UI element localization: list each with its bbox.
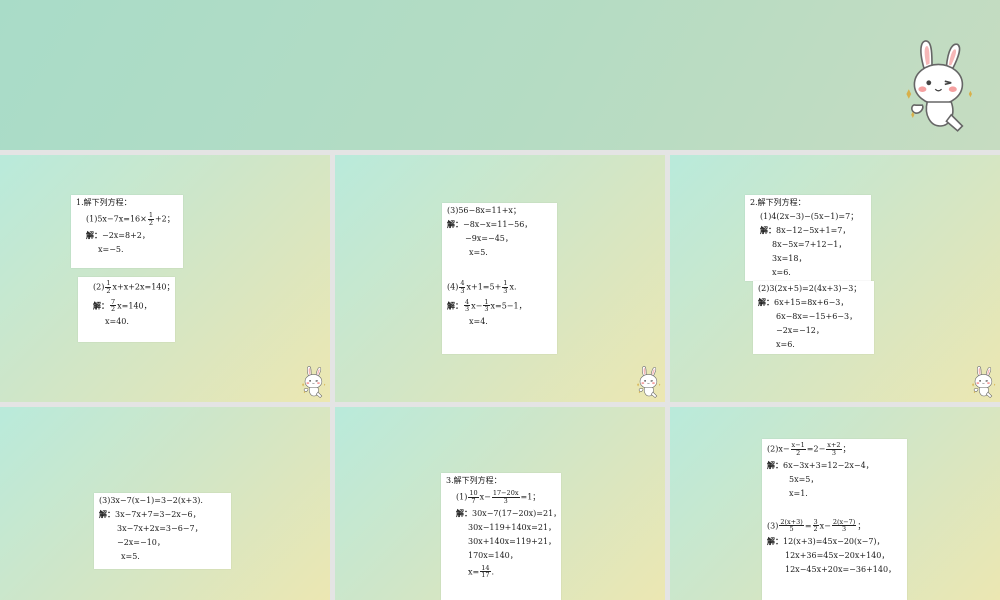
solution-step: 解： 7 2 x=140，	[93, 297, 152, 314]
solution-step: 解： 4 3 x− 1 3 x=5−1，	[447, 297, 527, 314]
solution-step: 解：−8x−x=11−56，	[447, 220, 533, 229]
bunny-thumbs-up-icon	[300, 363, 328, 401]
slide-7[interactable]: (2)x− x−1 2 =2− x+2 3； 解：6x−3x+3=12−2x−4， 5x=…	[670, 407, 1000, 600]
slide-2[interactable]: 1.解下列方程： (1)5x−7x=16× 1 2 +2； 解：−2x=8+2， x=…	[0, 155, 330, 402]
equation: (2)x− x−1 2 =2− x+2 3；	[767, 441, 851, 457]
fraction: 2(x−7) 3	[831, 517, 857, 534]
equation: (1)4(2x−3)−(5x−1)=7；	[760, 212, 859, 221]
fraction: x+2 3	[826, 441, 842, 457]
problem-card-2: (2) 1 2 x+x+2x=140； 解： 7 2 x=140， x=40.	[78, 277, 175, 342]
equation: (4) 4 3 x+1=5+ 1 3 x.	[447, 279, 517, 295]
solution-step: 3x=18，	[772, 254, 807, 263]
solution-step: 30x−119+140x=21，	[468, 522, 557, 532]
solution-step: 解：6x−3x+3=12−2x−4，	[767, 460, 874, 470]
fraction: 72	[110, 297, 117, 314]
solution-answer: x=5.	[121, 552, 140, 561]
fraction: 13	[483, 297, 490, 314]
solution-step: 12x+36=45x−20x+140，	[785, 551, 890, 561]
solution-answer: x=−5.	[98, 244, 124, 254]
solution-step: 解：8x−12−5x+1=7，	[760, 226, 851, 235]
solution-step: 12x−45x+20x=−36+140，	[785, 565, 897, 575]
solution-answer: x= 14 17.	[468, 563, 495, 580]
fraction: 14 17	[480, 563, 491, 580]
solution-answer: x=5.	[469, 248, 488, 257]
fraction: 2(x+3) 5	[779, 517, 804, 534]
slide-5[interactable]: (3)3x−7(x−1)=3−2(x+3). 解：3x−7x+7=3−2x−6，…	[0, 407, 330, 600]
solution-step: 解：3x−7x+7=3−2x−6，	[99, 510, 201, 519]
solution-answer: x=40.	[105, 317, 129, 327]
solution-step: 解：30x−7(17−20x)=21，	[456, 508, 562, 518]
section-title: 1.解下列方程：	[76, 198, 132, 207]
fraction: 17−20x 3	[491, 489, 520, 505]
solution-step: −9x=−45，	[465, 234, 513, 243]
fraction: 43	[464, 297, 471, 314]
fraction: 10 7	[468, 489, 479, 505]
solution-answer: x=1.	[789, 488, 808, 498]
problem-card-4: 2.解下列方程： (1)4(2x−3)−(5x−1)=7； 解：8x−12−5x…	[745, 195, 871, 281]
solution-step: 8x−5x=7+12−1，	[772, 240, 847, 249]
fraction: 43	[459, 279, 466, 295]
bunny-thumbs-up-icon	[900, 22, 980, 150]
solution-step: 5x=5，	[789, 474, 819, 484]
solution-step: 解：12(x+3)=45x−20(x−7)，	[767, 537, 885, 547]
equation: (1) 10 7 x− 17−20x 3 =1；	[456, 489, 541, 505]
fraction: 12	[147, 211, 154, 227]
solution-step: 3x−7x+2x=3−6−7，	[117, 524, 203, 533]
solution-answer: x=6.	[776, 340, 795, 349]
problem-card-7: 3.解下列方程： (1) 10 7 x− 17−20x 3 =1； 解：30x−7(17−2…	[441, 473, 561, 600]
equation: (3)56−8x=11+x；	[447, 206, 521, 215]
bunny-thumbs-up-icon	[635, 363, 663, 401]
problem-card-8: (2)x− x−1 2 =2− x+2 3； 解：6x−3x+3=12−2x−4， 5x=…	[762, 439, 907, 600]
fraction: x−1 2	[790, 441, 806, 457]
equation: (3) 2(x+3) 5 = 3 2 x− 2(x−7) 3；	[767, 517, 866, 534]
slide-3[interactable]: (3)56−8x=11+x； 解：−8x−x=11−56， −9x=−45， x…	[335, 155, 665, 402]
problem-card-5: (2)3(2x+5)=2(4x+3)−3； 解：6x+15=8x+6−3， 6x…	[753, 281, 874, 354]
fraction: 13	[502, 279, 509, 295]
bunny-thumbs-up-icon	[970, 363, 998, 401]
equation: (1)5x−7x=16× 1 2 +2；	[86, 211, 175, 227]
equation: (3)3x−7(x−1)=3−2(x+3).	[99, 496, 203, 505]
section-title: 2.解下列方程：	[750, 198, 806, 207]
fraction: 12	[105, 279, 112, 295]
solution-step: 30x+140x=119+21，	[468, 536, 557, 546]
slide-title[interactable]	[0, 0, 1000, 150]
solution-step: −2x=−12，	[776, 326, 824, 335]
problem-card-6: (3)3x−7(x−1)=3−2(x+3). 解：3x−7x+7=3−2x−6，…	[94, 493, 231, 569]
slide-6[interactable]: 3.解下列方程： (1) 10 7 x− 17−20x 3 =1； 解：30x−7(17−2…	[335, 407, 665, 600]
equation: (2) 1 2 x+x+2x=140；	[93, 279, 175, 295]
section-title: 3.解下列方程：	[446, 476, 502, 485]
solution-step: 解：6x+15=8x+6−3，	[758, 298, 849, 307]
equation: (2)3(2x+5)=2(4x+3)−3；	[758, 284, 862, 293]
solution-step: −2x=−10，	[117, 538, 165, 547]
solution-step: 6x−8x=−15+6−3，	[776, 312, 858, 321]
solution-answer: x=6.	[772, 268, 791, 277]
fraction: 32	[812, 517, 819, 534]
solution-answer: x=4.	[469, 317, 488, 327]
slide-4[interactable]: 2.解下列方程： (1)4(2x−3)−(5x−1)=7； 解：8x−12−5x…	[670, 155, 1000, 402]
problem-card-1: 1.解下列方程： (1)5x−7x=16× 1 2 +2； 解：−2x=8+2， x=…	[71, 195, 183, 268]
solution-step: 170x=140，	[468, 550, 518, 560]
problem-card-3: (3)56−8x=11+x； 解：−8x−x=11−56， −9x=−45， x…	[442, 203, 557, 354]
solution-step: 解：−2x=8+2，	[86, 230, 150, 240]
